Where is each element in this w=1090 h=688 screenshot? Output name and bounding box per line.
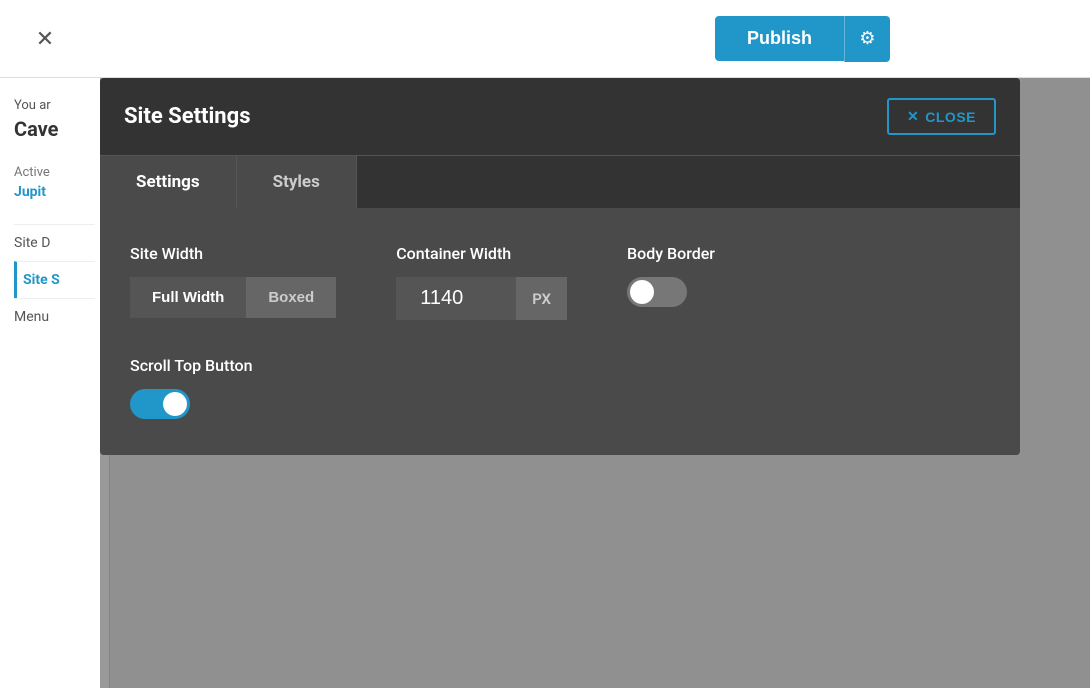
modal-overlay: Site Settings ✕ CLOSE Settings Styles Si… <box>100 78 1090 688</box>
sidebar-item-sited[interactable]: Site D <box>14 224 95 261</box>
publish-group: Publish ⚙ <box>715 16 890 62</box>
sidebar-item-menu[interactable]: Menu <box>14 298 95 335</box>
close-modal-button[interactable]: ✕ CLOSE <box>887 98 996 135</box>
tab-styles[interactable]: Styles <box>237 156 357 208</box>
boxed-button[interactable]: Boxed <box>246 277 336 318</box>
container-width-label: Container Width <box>396 244 567 263</box>
scroll-top-label: Scroll Top Button <box>130 356 990 375</box>
container-width-group: Container Width PX <box>396 244 567 320</box>
site-width-group: Site Width Full Width Boxed <box>130 244 336 318</box>
container-width-input-group: PX <box>396 277 567 320</box>
scroll-top-toggle[interactable] <box>130 389 190 419</box>
gear-icon: ⚙ <box>859 28 875 49</box>
container-width-field[interactable] <box>396 277 516 320</box>
close-modal-icon: ✕ <box>907 108 919 125</box>
top-bar: ✕ Publish ⚙ <box>0 0 1090 78</box>
publish-settings-button[interactable]: ⚙ <box>844 16 890 62</box>
container-width-unit: PX <box>516 277 567 320</box>
modal-body: Site Width Full Width Boxed Container Wi… <box>100 208 1020 455</box>
full-width-button[interactable]: Full Width <box>130 277 246 318</box>
body-border-group: Body Border <box>627 244 715 307</box>
sidebar-active-value: Jupit <box>14 184 95 200</box>
sidebar-active-label: Active <box>14 165 95 180</box>
publish-button[interactable]: Publish <box>715 16 844 61</box>
close-editor-button[interactable]: ✕ <box>20 14 70 64</box>
body-border-toggle-knob <box>630 280 654 304</box>
sidebar-site-title: Cave <box>14 117 95 141</box>
modal-header: Site Settings ✕ CLOSE <box>100 78 1020 155</box>
site-settings-modal: Site Settings ✕ CLOSE Settings Styles Si… <box>100 78 1020 455</box>
modal-tabs: Settings Styles <box>100 155 1020 208</box>
modal-title: Site Settings <box>124 104 251 129</box>
left-sidebar: You ar Cave Active Jupit Site D Site S M… <box>0 78 110 688</box>
settings-row-1: Site Width Full Width Boxed Container Wi… <box>130 244 990 320</box>
body-border-label: Body Border <box>627 244 715 263</box>
close-modal-label: CLOSE <box>925 109 976 125</box>
scroll-top-toggle-knob <box>163 392 187 416</box>
body-border-toggle[interactable] <box>627 277 687 307</box>
close-x-icon: ✕ <box>36 26 54 52</box>
sidebar-you-are-text: You ar <box>14 98 95 113</box>
site-width-label: Site Width <box>130 244 336 263</box>
tab-settings[interactable]: Settings <box>100 156 237 208</box>
width-buttons: Full Width Boxed <box>130 277 336 318</box>
scroll-top-section: Scroll Top Button <box>130 356 990 419</box>
sidebar-item-sites[interactable]: Site S <box>14 261 95 298</box>
